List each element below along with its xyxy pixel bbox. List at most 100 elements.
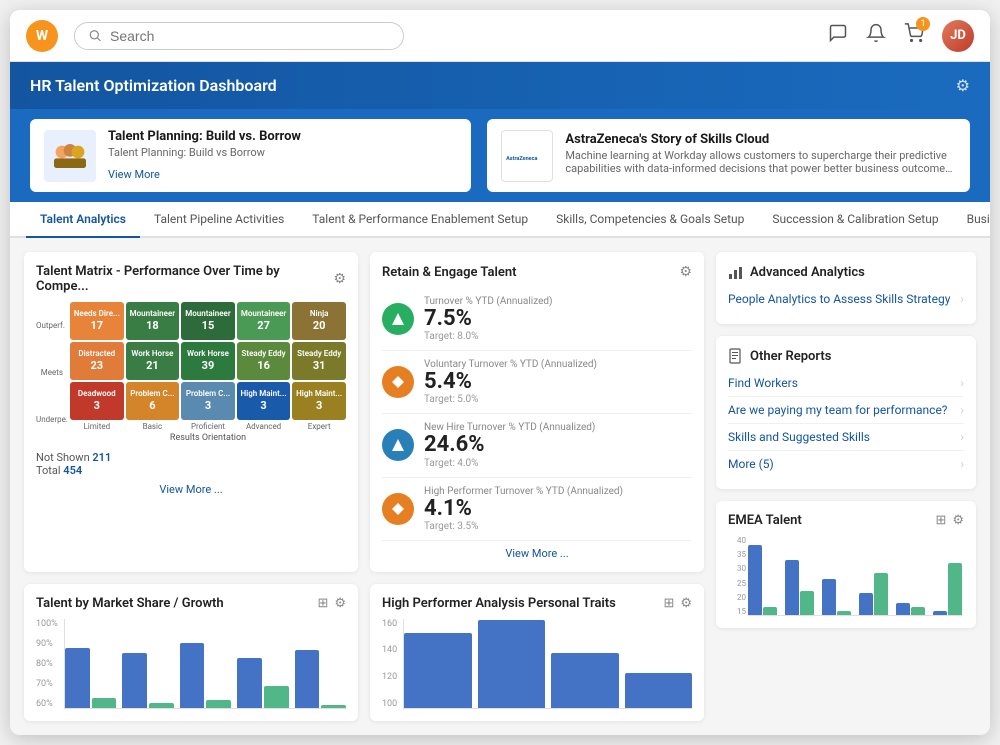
- talent-matrix-view-more[interactable]: View More ...: [36, 483, 346, 496]
- cell-num-2-3: 39: [184, 359, 232, 372]
- high-performer-filter-icon[interactable]: ⊞: [663, 596, 674, 611]
- chat-icon[interactable]: [828, 23, 848, 48]
- emea-bar-1-blue: [748, 545, 762, 615]
- tab-skills-setup[interactable]: Skills, Competencies & Goals Setup: [542, 202, 758, 238]
- cell-name-1-3: Mountaineer: [184, 310, 232, 319]
- matrix-cell-1-1[interactable]: Needs Dire... 17: [70, 302, 124, 340]
- market-filter-icon[interactable]: ⊞: [317, 596, 328, 611]
- market-y-70: 70%: [36, 679, 58, 689]
- advanced-analytics-header: Advanced Analytics: [728, 264, 964, 280]
- report-link-label-more: More (5): [728, 457, 774, 471]
- cell-name-2-4: Steady Eddy: [240, 350, 288, 359]
- search-bar[interactable]: [74, 22, 404, 50]
- hp-bar-3-blue: [551, 653, 618, 708]
- matrix-cell-1-5[interactable]: Ninja 20: [292, 302, 346, 340]
- market-bar-4-teal: [264, 686, 289, 708]
- matrix-cell-2-5[interactable]: Steady Eddy 31: [292, 342, 346, 380]
- hp-y-140: 140: [382, 645, 397, 655]
- cell-name-3-2: Problem C...: [129, 390, 177, 399]
- matrix-cell-2-2[interactable]: Work Horse 21: [126, 342, 180, 380]
- market-share-card: Talent by Market Share / Growth ⊞ ⚙ 100%…: [24, 584, 358, 721]
- emea-bar-5-blue: [896, 603, 910, 615]
- emea-talent-card: EMEA Talent ⊞ ⚙ 40 35 30 25 20 15: [716, 501, 976, 628]
- x-label-expert: Expert: [292, 422, 346, 431]
- top-nav: W 1: [10, 10, 990, 62]
- tab-business-rules[interactable]: Business Rules: [953, 202, 990, 238]
- metric-value-1: 7.5%: [424, 307, 692, 331]
- metric-target-2: Target: 5.0%: [424, 394, 692, 405]
- cell-num-2-5: 31: [295, 359, 343, 372]
- high-performer-settings-icon[interactable]: ⚙: [680, 596, 692, 611]
- emea-bar-1: [748, 545, 777, 615]
- matrix-cell-3-4[interactable]: High Maint... 3: [237, 382, 291, 420]
- user-avatar[interactable]: JD: [942, 20, 974, 52]
- hp-y-120: 120: [382, 672, 397, 682]
- promo-link-1[interactable]: View More: [108, 168, 160, 181]
- metric-info-2: Voluntary Turnover % YTD (Annualized) 5.…: [424, 359, 692, 405]
- hp-bar-1-blue: [404, 633, 471, 708]
- market-bar-group-5: [295, 650, 346, 708]
- tab-succession-setup[interactable]: Succession & Calibration Setup: [758, 202, 952, 238]
- promo-subtitle-1: Talent Planning: Build vs Borrow: [108, 146, 301, 159]
- retain-engage-title: Retain & Engage Talent: [382, 265, 517, 280]
- matrix-container: Outperf. Meets Underpe. Needs Dire... 17…: [36, 302, 346, 443]
- matrix-cell-3-3[interactable]: Problem C... 3: [181, 382, 235, 420]
- matrix-cell-2-3[interactable]: Work Horse 39: [181, 342, 235, 380]
- matrix-cell-3-2[interactable]: Problem C... 6: [126, 382, 180, 420]
- matrix-cell-3-1[interactable]: Deadwood 3: [70, 382, 124, 420]
- cell-name-2-5: Steady Eddy: [295, 350, 343, 359]
- dashboard-title: HR Talent Optimization Dashboard: [30, 76, 277, 95]
- tab-pipeline[interactable]: Talent Pipeline Activities: [140, 202, 298, 238]
- search-input[interactable]: [110, 28, 389, 44]
- cart-icon[interactable]: 1: [904, 23, 924, 48]
- workday-logo[interactable]: W: [26, 20, 58, 52]
- report-link-1[interactable]: Find Workers ›: [728, 370, 964, 397]
- emea-bar-2-blue: [785, 560, 799, 615]
- right-column: Advanced Analytics People Analytics to A…: [716, 252, 976, 721]
- retain-engage-view-more[interactable]: View More ...: [382, 547, 692, 560]
- cell-num-3-2: 6: [129, 399, 177, 412]
- matrix-grid: Needs Dire... 17 Mountaineer 18 Mountain…: [70, 302, 346, 443]
- not-shown-value: 211: [92, 451, 111, 464]
- tab-talent-analytics[interactable]: Talent Analytics: [26, 202, 140, 238]
- cell-name-1-1: Needs Dire...: [73, 310, 121, 319]
- retain-engage-settings-icon[interactable]: ⚙: [679, 264, 692, 280]
- analytics-link-1[interactable]: People Analytics to Assess Skills Strate…: [728, 286, 964, 312]
- emea-y-25: 25: [728, 579, 746, 588]
- chevron-right-icon-r3: ›: [960, 430, 964, 444]
- metric-row-1: Turnover % YTD (Annualized) 7.5% Target:…: [382, 288, 692, 351]
- matrix-cell-2-1[interactable]: Distracted 23: [70, 342, 124, 380]
- promo-card-2: AstraZeneca AstraZeneca's Story of Skill…: [487, 119, 970, 192]
- cell-num-1-3: 15: [184, 319, 232, 332]
- cell-num-1-1: 17: [73, 319, 121, 332]
- matrix-cell-1-2[interactable]: Mountaineer 18: [126, 302, 180, 340]
- header-bar: HR Talent Optimization Dashboard ⚙: [10, 62, 990, 109]
- matrix-cell-2-4[interactable]: Steady Eddy 16: [237, 342, 291, 380]
- cell-name-3-3: Problem C...: [184, 390, 232, 399]
- metric-icon-1: [382, 303, 414, 335]
- market-bar-group-2: [122, 653, 173, 708]
- tab-performance-setup[interactable]: Talent & Performance Enablement Setup: [298, 202, 542, 238]
- high-performer-card: High Performer Analysis Personal Traits …: [370, 584, 704, 721]
- emea-settings-icon[interactable]: ⚙: [952, 513, 964, 528]
- matrix-cell-1-3[interactable]: Mountaineer 15: [181, 302, 235, 340]
- market-settings-icon[interactable]: ⚙: [334, 596, 346, 611]
- market-bar-5-blue: [295, 650, 320, 708]
- market-y-60: 60%: [36, 699, 58, 709]
- header-gear-icon[interactable]: ⚙: [956, 76, 970, 95]
- matrix-cell-1-4[interactable]: Mountaineer 27: [237, 302, 291, 340]
- talent-matrix-settings-icon[interactable]: ⚙: [333, 271, 346, 287]
- report-link-2[interactable]: Are we paying my team for performance? ›: [728, 397, 964, 424]
- emea-bar-5: [896, 603, 925, 615]
- report-link-3[interactable]: Skills and Suggested Skills ›: [728, 424, 964, 451]
- high-performer-icon-group: ⊞ ⚙: [663, 596, 692, 611]
- bell-icon[interactable]: [866, 23, 886, 48]
- metric-target-3: Target: 4.0%: [424, 458, 692, 469]
- market-share-title: Talent by Market Share / Growth: [36, 596, 224, 611]
- hp-bar-group-1: [404, 633, 471, 708]
- retain-engage-header: Retain & Engage Talent ⚙: [382, 264, 692, 280]
- emea-filter-icon[interactable]: ⊞: [935, 513, 946, 528]
- report-link-more[interactable]: More (5) ›: [728, 451, 964, 477]
- cell-num-2-2: 21: [129, 359, 177, 372]
- matrix-cell-3-5[interactable]: High Maint... 3: [292, 382, 346, 420]
